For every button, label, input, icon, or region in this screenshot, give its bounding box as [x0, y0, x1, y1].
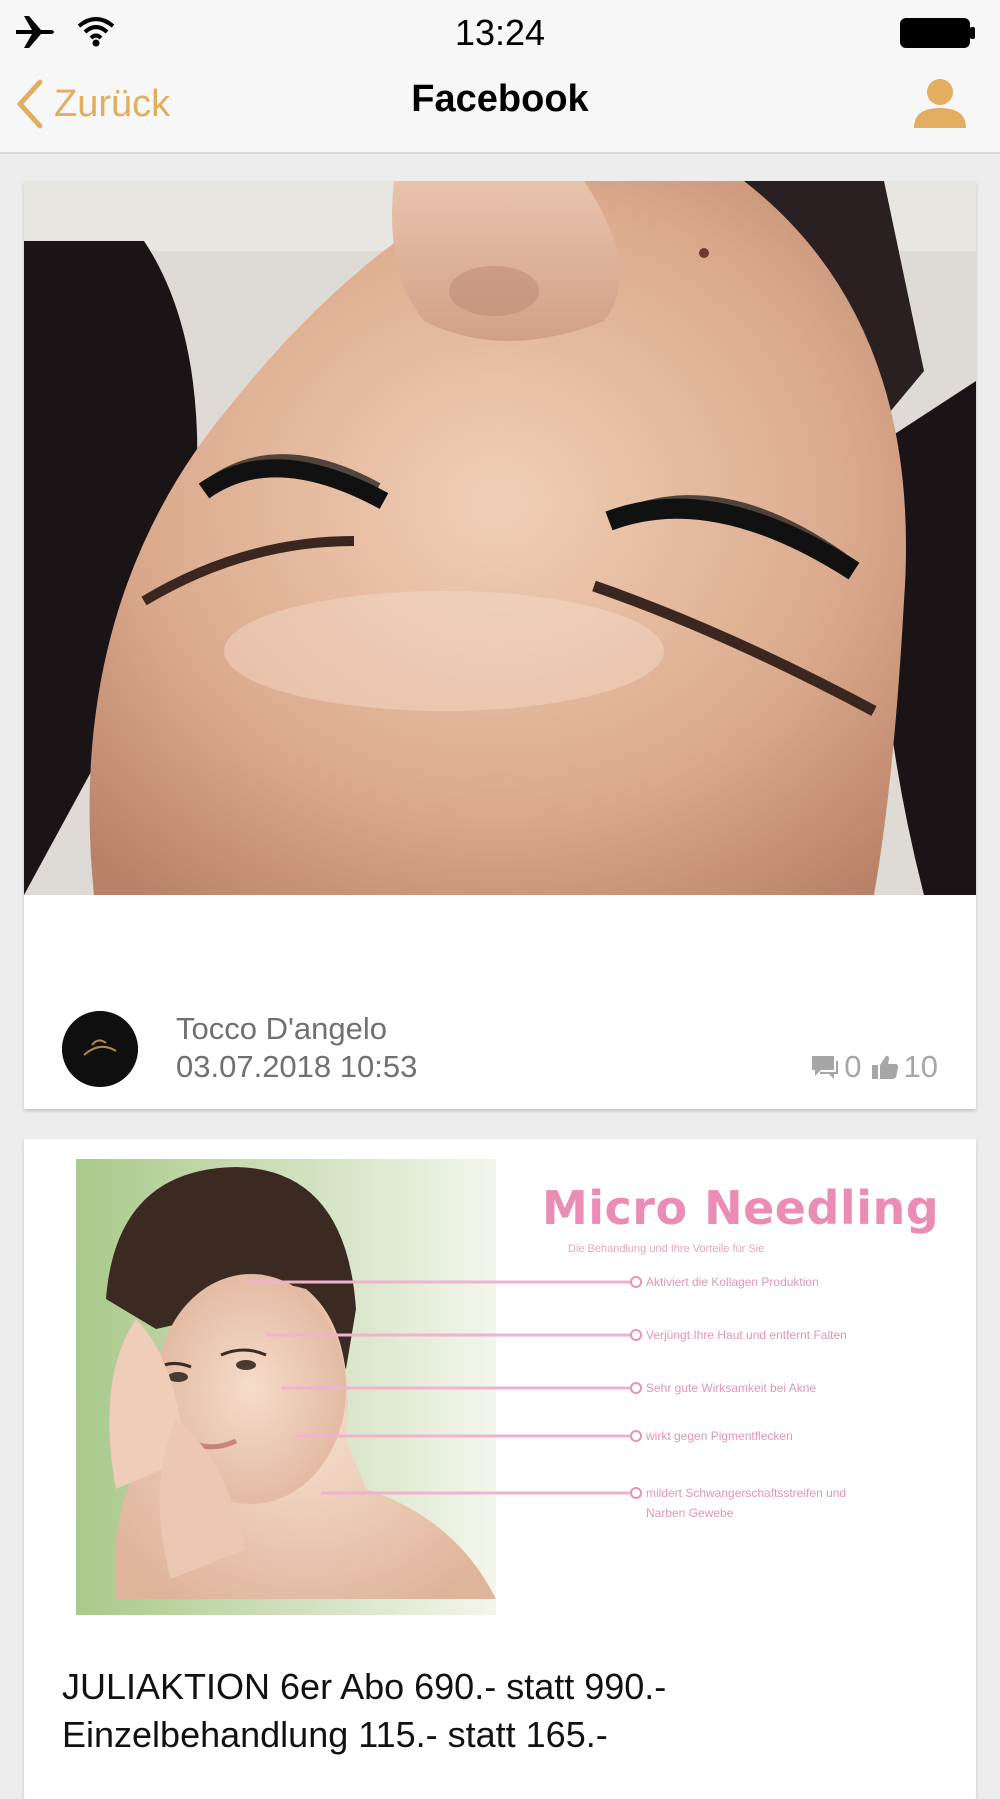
- promo-image[interactable]: Micro Needling Die Behandlung und Ihre V…: [76, 1159, 944, 1615]
- comment-icon[interactable]: [810, 1053, 840, 1081]
- person-icon[interactable]: [910, 72, 970, 132]
- comment-count: 0: [844, 1049, 862, 1084]
- status-time: 13:24: [454, 12, 546, 53]
- promo-benefit: Sehr gute Wirksamkeit bei Akne: [646, 1381, 817, 1395]
- brand-logo-icon: [62, 1011, 138, 1087]
- post-card[interactable]: Tocco D'angelo 03.07.2018 10:53 0 10: [24, 181, 976, 1109]
- avatar[interactable]: [62, 1011, 138, 1087]
- promo-subtitle: Die Behandlung und Ihre Vorteile für Sie: [568, 1243, 765, 1255]
- post-text-line: JULIAKTION 6er Abo 690.- statt 990.-: [62, 1666, 667, 1707]
- post-card[interactable]: Micro Needling Die Behandlung und Ihre V…: [24, 1139, 976, 1799]
- promo-benefit: Narben Gewebe: [646, 1506, 734, 1520]
- eyelash-photo-image: [24, 181, 976, 895]
- post-date: 03.07.2018 10:53: [176, 1049, 418, 1084]
- post-stats: 0 10: [810, 1049, 938, 1085]
- status-bar: 13:24: [0, 0, 1000, 64]
- post-meta: Tocco D'angelo 03.07.2018 10:53 0 10: [24, 1001, 976, 1101]
- author-name[interactable]: Tocco D'angelo: [176, 1011, 387, 1047]
- promo-title: Micro Needling: [542, 1181, 940, 1235]
- promo-benefit: Aktiviert die Kollagen Produktion: [646, 1275, 819, 1289]
- promo-benefit: mildert Schwangerschaftsstreifen und: [646, 1486, 847, 1500]
- page-title: Facebook: [411, 78, 589, 120]
- battery-icon: [900, 18, 975, 48]
- nav-bar: Zurück Facebook: [0, 64, 1000, 154]
- post-text: JULIAKTION 6er Abo 690.- statt 990.- Ein…: [62, 1663, 942, 1759]
- promo-benefit: Verjüngt Ihre Haut und entfernt Falten: [646, 1328, 847, 1342]
- thumbs-up-icon[interactable]: [870, 1053, 900, 1081]
- like-count: 10: [903, 1049, 938, 1084]
- post-photo[interactable]: [24, 181, 976, 895]
- post-text-line: Einzelbehandlung 115.- statt 165.-: [62, 1714, 608, 1755]
- promo-benefit: wirkt gegen Pigmentflecken: [646, 1429, 793, 1443]
